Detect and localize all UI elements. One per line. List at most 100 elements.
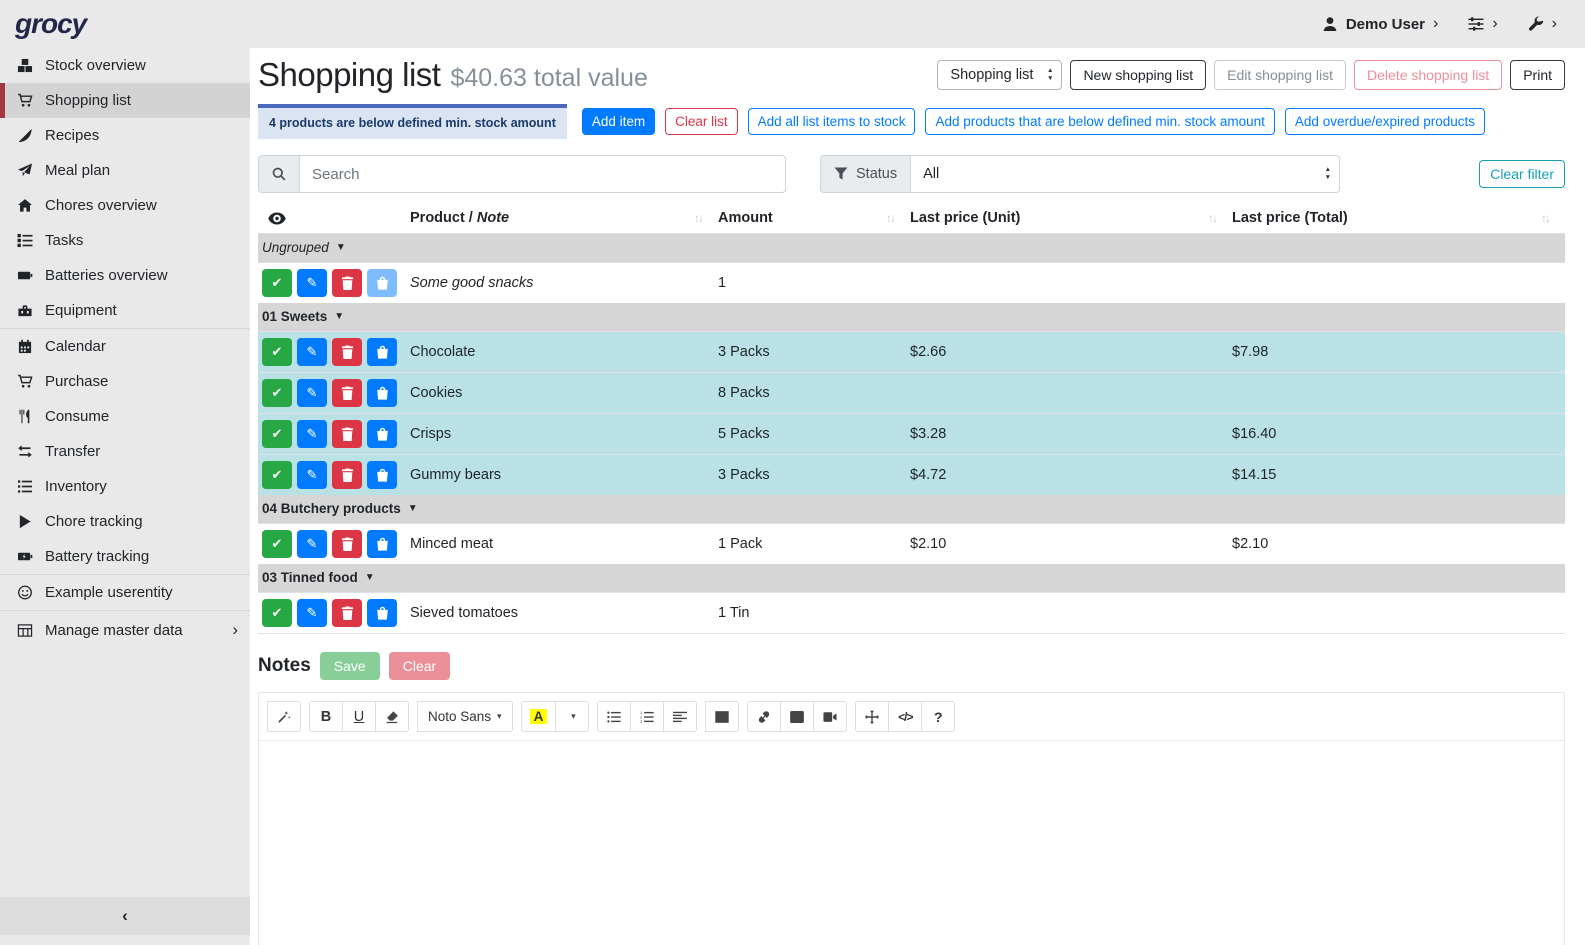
- group-row[interactable]: 04 Butchery products▼: [258, 495, 1565, 523]
- sidebar-collapse-button[interactable]: ‹: [0, 897, 250, 935]
- toggle-done-items-eye-icon[interactable]: [268, 212, 286, 225]
- new-shopping-list-button[interactable]: New shopping list: [1070, 60, 1206, 90]
- add-below-min-stock-button[interactable]: Add products that are below defined min.…: [925, 108, 1274, 135]
- delete-item-button[interactable]: [332, 379, 362, 407]
- delete-shopping-list-button[interactable]: Delete shopping list: [1354, 60, 1502, 90]
- insert-table-button[interactable]: [705, 701, 739, 732]
- edit-item-button[interactable]: ✎: [297, 338, 327, 366]
- mark-done-button[interactable]: ✔: [262, 379, 292, 407]
- group-row[interactable]: 03 Tinned food▼: [258, 564, 1565, 592]
- mark-done-button[interactable]: ✔: [262, 269, 292, 297]
- sidebar-item-recipes[interactable]: Recipes: [0, 118, 250, 153]
- column-header-product[interactable]: Product / Note ↑↓: [410, 210, 718, 226]
- insert-video-button[interactable]: [813, 701, 847, 732]
- font-family-button[interactable]: Noto Sans ▾: [417, 701, 513, 732]
- purchase-item-button[interactable]: [367, 338, 397, 366]
- edit-item-button[interactable]: ✎: [297, 461, 327, 489]
- sidebar-item-calendar[interactable]: Calendar: [0, 328, 250, 364]
- mark-done-button[interactable]: ✔: [262, 420, 292, 448]
- clear-filter-button[interactable]: Clear filter: [1479, 160, 1565, 188]
- sidebar-item-consume[interactable]: Consume: [0, 399, 250, 434]
- purchase-item-button[interactable]: [367, 420, 397, 448]
- notes-editor-content[interactable]: [259, 741, 1564, 945]
- sidebar-item-tasks[interactable]: Tasks: [0, 223, 250, 258]
- group-row[interactable]: 01 Sweets▼: [258, 303, 1565, 331]
- print-button[interactable]: Print: [1510, 60, 1565, 90]
- help-button[interactable]: ?: [921, 701, 955, 732]
- text-color-button[interactable]: A: [521, 701, 557, 732]
- clear-notes-button[interactable]: Clear: [389, 652, 450, 680]
- sort-icon[interactable]: ↑↓: [886, 211, 894, 225]
- status-select[interactable]: All ▲▼: [910, 155, 1340, 193]
- ordered-list-button[interactable]: 123: [630, 701, 664, 732]
- purchase-item-button[interactable]: [367, 599, 397, 627]
- insert-picture-button[interactable]: [780, 701, 814, 732]
- min-stock-alert[interactable]: 4 products are below defined min. stock …: [258, 104, 567, 139]
- fullscreen-button[interactable]: [855, 701, 889, 732]
- insert-link-button[interactable]: [747, 701, 781, 732]
- sidebar-item-batteries-overview[interactable]: Batteries overview: [0, 258, 250, 293]
- search-input[interactable]: [299, 155, 786, 193]
- sidebar-item-inventory[interactable]: Inventory: [0, 469, 250, 504]
- purchase-item-button[interactable]: [367, 379, 397, 407]
- edit-item-button[interactable]: ✎: [297, 269, 327, 297]
- settings-menu[interactable]: ›: [1468, 16, 1497, 32]
- purchase-item-button[interactable]: [367, 461, 397, 489]
- edit-shopping-list-button[interactable]: Edit shopping list: [1214, 60, 1346, 90]
- delete-item-button[interactable]: [332, 420, 362, 448]
- sort-icon[interactable]: ↑↓: [694, 211, 702, 225]
- bold-button[interactable]: B: [309, 701, 343, 732]
- mark-done-button[interactable]: ✔: [262, 599, 292, 627]
- page-title: Shopping list: [258, 56, 440, 94]
- app-logo[interactable]: grocy: [15, 8, 86, 39]
- edit-item-button[interactable]: ✎: [297, 530, 327, 558]
- save-notes-button[interactable]: Save: [320, 652, 380, 680]
- sort-icon[interactable]: ↑↓: [1208, 211, 1216, 225]
- sidebar-item-example-userentity[interactable]: Example userentity: [0, 574, 250, 610]
- underline-button[interactable]: U: [342, 701, 376, 732]
- caret-down-icon: ▾: [497, 711, 502, 722]
- amount-cell: 8 Packs: [718, 385, 910, 401]
- column-header-total-price[interactable]: Last price (Total) ↑↓: [1232, 210, 1565, 226]
- add-all-to-stock-button[interactable]: Add all list items to stock: [748, 108, 916, 135]
- delete-item-button[interactable]: [332, 530, 362, 558]
- edit-item-button[interactable]: ✎: [297, 379, 327, 407]
- admin-menu[interactable]: ›: [1528, 16, 1557, 32]
- sidebar-item-stock-overview[interactable]: Stock overview: [0, 48, 250, 83]
- mark-done-button[interactable]: ✔: [262, 530, 292, 558]
- add-overdue-button[interactable]: Add overdue/expired products: [1285, 108, 1485, 135]
- mark-done-button[interactable]: ✔: [262, 461, 292, 489]
- sidebar-item-equipment[interactable]: Equipment: [0, 293, 250, 328]
- sidebar-item-chore-tracking[interactable]: Chore tracking: [0, 504, 250, 539]
- paragraph-align-button[interactable]: [663, 701, 697, 732]
- shopping-list-select[interactable]: Shopping list ▲▼: [937, 60, 1062, 90]
- sort-icon[interactable]: ↑↓: [1541, 211, 1549, 225]
- delete-item-button[interactable]: [332, 461, 362, 489]
- sidebar-item-purchase[interactable]: Purchase: [0, 364, 250, 399]
- sidebar-item-meal-plan[interactable]: Meal plan: [0, 153, 250, 188]
- delete-item-button[interactable]: [332, 599, 362, 627]
- user-menu[interactable]: Demo User ›: [1322, 16, 1439, 33]
- edit-item-button[interactable]: ✎: [297, 599, 327, 627]
- group-row[interactable]: Ungrouped▼: [258, 234, 1565, 262]
- delete-item-button[interactable]: [332, 269, 362, 297]
- codeview-button[interactable]: </>: [888, 701, 922, 732]
- unordered-list-button[interactable]: [597, 701, 631, 732]
- sidebar-item-shopping-list[interactable]: Shopping list: [0, 83, 250, 118]
- column-header-unit-price[interactable]: Last price (Unit) ↑↓: [910, 210, 1232, 226]
- sidebar-item-manage-master-data[interactable]: Manage master data›: [0, 610, 250, 649]
- purchase-item-button[interactable]: [367, 530, 397, 558]
- style-magic-button[interactable]: [267, 701, 301, 732]
- purchase-item-button[interactable]: [367, 269, 397, 297]
- add-item-button[interactable]: Add item: [582, 108, 655, 135]
- sidebar-item-transfer[interactable]: Transfer: [0, 434, 250, 469]
- text-color-dropdown-button[interactable]: ▾: [555, 701, 589, 732]
- clear-list-button[interactable]: Clear list: [665, 108, 738, 135]
- sidebar-item-battery-tracking[interactable]: Battery tracking: [0, 539, 250, 574]
- delete-item-button[interactable]: [332, 338, 362, 366]
- edit-item-button[interactable]: ✎: [297, 420, 327, 448]
- clear-formatting-button[interactable]: [375, 701, 409, 732]
- mark-done-button[interactable]: ✔: [262, 338, 292, 366]
- sidebar-item-chores-overview[interactable]: Chores overview: [0, 188, 250, 223]
- column-header-amount[interactable]: Amount ↑↓: [718, 210, 910, 226]
